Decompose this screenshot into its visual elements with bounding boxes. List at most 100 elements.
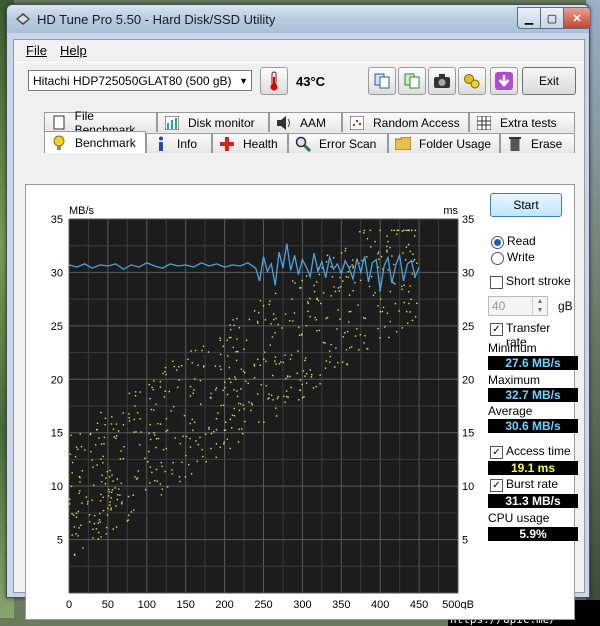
tab-folder-usage[interactable]: Folder Usage [388,133,500,153]
access-time-point [372,294,375,297]
access-time-point [188,463,190,466]
close-button[interactable]: ✕ [563,7,591,29]
menu-help[interactable]: Help [60,43,87,58]
access-time-point [368,285,371,288]
access-time-point [164,366,167,369]
access-time-point [75,512,78,514]
access-time-point [346,363,349,366]
access-time-point [250,402,253,405]
access-time-point [87,500,89,503]
access-time-point [149,466,152,468]
access-time-point [339,276,341,279]
tab-extra-tests[interactable]: Extra tests [469,112,575,132]
access-time-point [236,395,239,398]
tab-health[interactable]: Health [212,133,288,153]
access-time-point [69,503,71,505]
short-stroke-input[interactable]: 40 ▲ ▼ [488,296,548,316]
access-time-point [79,481,81,483]
access-time-point [325,360,327,362]
y-tick-label-right: 30 [462,267,474,279]
access-time-point [412,253,414,255]
access-time-point [401,288,403,291]
access-time-point [93,522,96,525]
thermometer-button[interactable] [260,67,288,95]
access-time-point [149,397,151,400]
tab-aam[interactable]: AAM [269,112,342,132]
access-time-point [140,431,142,433]
access-time-point [379,229,381,232]
access-time-point [285,390,288,392]
read-radio[interactable] [491,236,504,249]
access-time-point [301,333,303,335]
access-time-point [173,406,175,408]
tab-file-benchmark[interactable]: File Benchmark [44,109,157,137]
access-time-point [330,343,332,346]
minimize-button[interactable]: ▁ [517,7,541,29]
access-time-point [242,404,245,406]
burst-rate-label: Burst rate [506,477,559,491]
access-time-point [121,501,123,503]
tab-random-access[interactable]: Random Access [342,112,469,132]
drive-select[interactable]: Hitachi HDP725050GLAT80 (500 gB) ▼ [28,70,252,91]
access-time-point [139,444,141,446]
menu-file[interactable]: File [26,43,47,58]
spinner-arrows-icon[interactable]: ▲ ▼ [532,297,547,315]
tab-info[interactable]: Info [146,133,212,153]
copy-info-button[interactable] [368,67,396,95]
title-bar[interactable]: HD Tune Pro 5.50 - Hard Disk/SSD Utility… [7,5,591,33]
x-tick-label: 500gB [442,599,474,609]
access-time-point [208,426,210,429]
access-time-point [111,474,113,476]
access-time-point [285,377,287,380]
access-time-point [251,404,253,406]
access-time-point [416,262,418,264]
access-time-checkbox[interactable]: ✓ [490,446,503,459]
access-time-point [115,505,117,507]
access-time-point [118,488,120,490]
tab-erase[interactable]: Erase [500,133,575,153]
access-time-point [362,317,365,319]
write-radio[interactable] [491,252,504,265]
access-time-point [91,499,93,501]
x-tick-label: 150 [177,599,195,609]
transfer-rate-checkbox[interactable]: ✓ [490,323,503,336]
access-time-point [275,407,277,409]
access-time-point [309,369,312,371]
burst-rate-checkbox[interactable]: ✓ [490,479,503,492]
access-time-point [134,405,136,407]
access-time-point [147,461,149,463]
copy-all-button[interactable] [398,67,426,95]
short-stroke-checkbox[interactable] [490,276,503,289]
access-time-point [232,319,234,321]
options-button[interactable] [458,67,486,95]
access-time-point [153,434,156,436]
access-time-point [106,514,109,516]
screenshot-button[interactable] [428,67,456,95]
access-time-point [236,390,238,392]
access-time-point [403,284,405,286]
access-time-point [326,316,329,319]
y-axis-label-left: MB/s [69,205,95,217]
exit-button[interactable]: Exit [522,67,576,95]
maximize-button[interactable]: ▢ [540,7,564,29]
access-time-point [109,469,111,472]
tab-error-scan[interactable]: Error Scan [288,133,388,153]
chevron-down-icon: ▼ [239,76,248,86]
access-time-point [344,250,347,252]
access-time-point [337,362,339,364]
access-time-point [290,354,293,356]
access-time-point [248,318,251,321]
access-time-point [80,445,83,448]
scatter-icon [349,115,365,131]
save-button[interactable] [490,67,518,95]
access-time-point [274,332,276,334]
access-time-point [128,514,130,517]
access-time-point [185,454,187,457]
tab-benchmark[interactable]: Benchmark [44,131,146,153]
access-time-point [241,428,243,430]
tab-disk-monitor[interactable]: Disk monitor [157,112,269,132]
access-time-point [257,322,259,324]
access-time-point [91,459,93,461]
access-time-point [242,370,245,372]
start-button[interactable]: Start [490,193,562,217]
